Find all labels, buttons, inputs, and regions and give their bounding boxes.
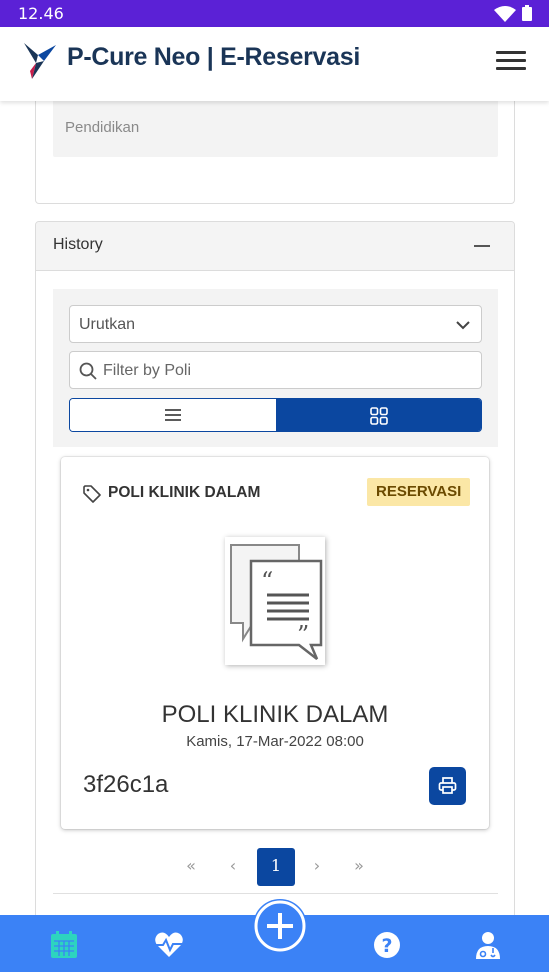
prev-page-button[interactable]: ‹ <box>214 848 252 886</box>
grid-icon <box>370 407 388 425</box>
pendidikan-placeholder: Pendidikan <box>65 119 140 136</box>
nav-calendar[interactable] <box>48 929 80 961</box>
poli-title: POLI KLINIK DALAM <box>161 701 389 728</box>
filter-panel: Urutkan <box>53 289 498 447</box>
app-bar: P-Cure Neo | E-Reservasi <box>0 27 549 101</box>
first-page-button[interactable]: « <box>172 848 210 886</box>
svg-text:“: “ <box>261 567 273 595</box>
divider <box>53 893 498 894</box>
quote-document-icon: “ ” <box>230 544 323 660</box>
sort-select-value: Urutkan <box>79 316 136 333</box>
status-time: 12.46 <box>18 4 64 23</box>
sort-select[interactable]: Urutkan <box>69 305 482 343</box>
next-page-button[interactable]: › <box>298 848 336 886</box>
status-badge: RESERVASI <box>367 478 471 506</box>
heartbeat-icon <box>155 932 183 957</box>
list-icon <box>165 409 181 421</box>
history-header[interactable]: History <box>36 222 514 271</box>
poli-label: POLI KLINIK DALAM <box>108 484 261 501</box>
reservation-code: 3f26c1a <box>83 771 169 798</box>
history-card: History Urutkan Filter by Poli POLI KLIN… <box>35 221 515 941</box>
search-icon <box>79 362 97 380</box>
calendar-icon <box>51 931 77 958</box>
battery-icon <box>522 5 532 21</box>
print-button[interactable] <box>429 767 466 805</box>
history-title: History <box>53 236 103 253</box>
help-icon: ? <box>374 932 400 958</box>
reservation-datetime: Kamis, 17-Mar-2022 08:00 <box>186 733 364 750</box>
doctor-icon <box>476 932 500 959</box>
tag-icon <box>83 485 101 503</box>
wifi-icon <box>494 6 516 22</box>
add-reservation-button[interactable] <box>253 899 307 953</box>
document-illustration: “ ” <box>225 537 325 665</box>
poli-filter-field[interactable] <box>69 351 482 389</box>
svg-text:”: ” <box>297 621 309 649</box>
collapse-icon[interactable] <box>472 233 496 257</box>
hamburger-menu-button[interactable] <box>494 46 528 76</box>
reservation-card[interactable]: POLI KLINIK DALAM RESERVASI “ ” POLI KLI… <box>61 457 489 829</box>
pagination: « ‹ 1 › » <box>36 848 514 886</box>
list-view-button[interactable] <box>70 399 276 431</box>
view-toggle <box>69 398 482 432</box>
add-circle-icon <box>254 900 306 952</box>
nav-doctor[interactable] <box>472 929 504 961</box>
printer-icon <box>438 777 457 794</box>
nav-help[interactable]: ? <box>371 929 403 961</box>
grid-view-button[interactable] <box>276 399 481 431</box>
page-1-button[interactable]: 1 <box>257 848 295 886</box>
nav-health[interactable] <box>153 929 185 961</box>
poli-filter-input[interactable] <box>103 360 463 382</box>
status-bar: 12.46 <box>0 0 549 27</box>
chevron-down-icon <box>456 321 470 330</box>
pcure-logo <box>24 43 56 79</box>
svg-text:?: ? <box>381 935 392 957</box>
pendidikan-field[interactable]: Pendidikan <box>53 98 498 157</box>
app-title: P-Cure Neo | E-Reservasi <box>67 43 360 71</box>
last-page-button[interactable]: » <box>340 848 378 886</box>
profile-card: Pendidikan <box>35 92 515 204</box>
